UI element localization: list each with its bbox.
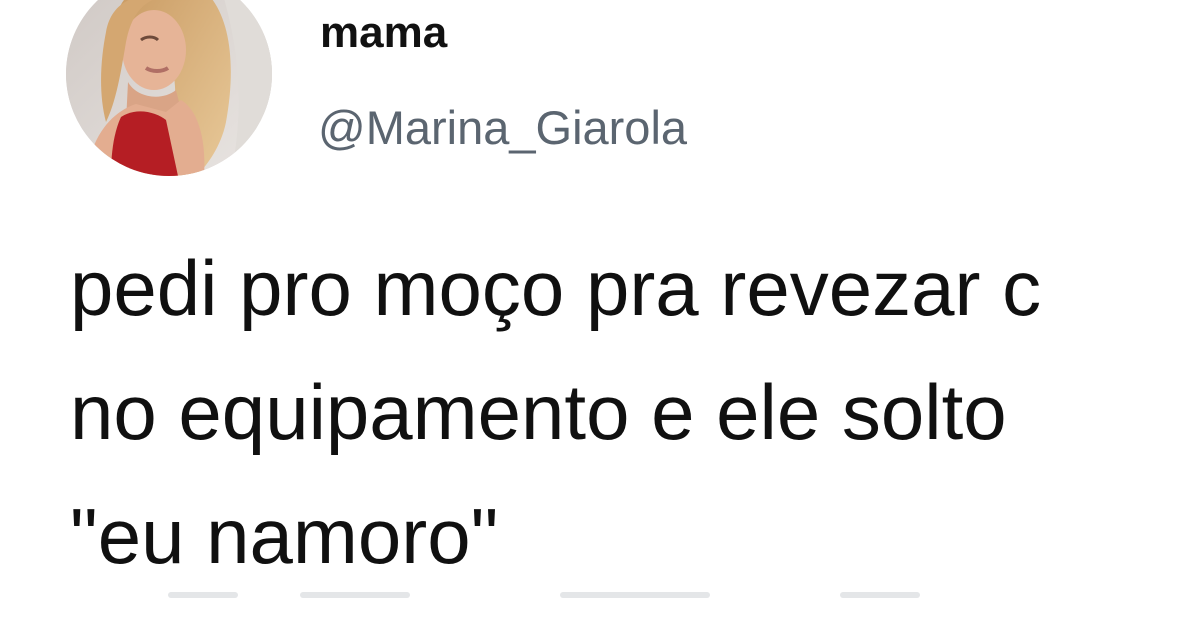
tweet-text-line-3: "eu namoro"	[70, 492, 499, 580]
tweet-text-line-1: pedi pro moço pra revezar c	[70, 244, 1042, 332]
tweet-text-line-2: no equipamento e ele solto	[70, 368, 1007, 456]
author-handle[interactable]: @Marina_Giarola	[318, 100, 687, 156]
tweet-card: mama @Marina_Giarola pedi pro moço pra r…	[0, 0, 1200, 630]
tweet-text: pedi pro moço pra revezar c no equipamen…	[70, 226, 1200, 598]
avatar[interactable]	[66, 0, 272, 176]
profile-photo-icon	[66, 0, 272, 176]
author-display-name[interactable]: mama	[320, 8, 447, 58]
